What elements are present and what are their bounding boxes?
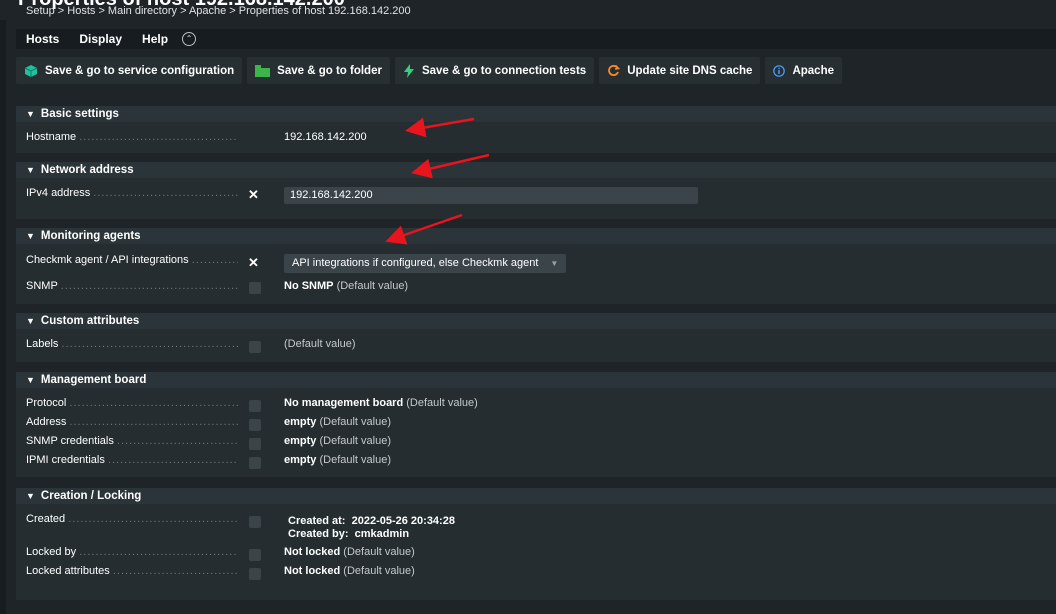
triangle-down-icon: ▼ <box>26 109 35 119</box>
section-title: Monitoring agents <box>40 230 141 242</box>
section-header-management[interactable]: ▼ Management board <box>16 372 1056 388</box>
triangle-down-icon: ▼ <box>26 165 35 175</box>
toolbar: Save & go to service configuration Save … <box>16 57 847 84</box>
section-header-basic[interactable]: ▼ Basic settings <box>16 106 1056 122</box>
locked-by-checkbox[interactable] <box>249 549 261 561</box>
locked-attributes-label: Locked attributes ......................… <box>26 565 238 577</box>
created-value: Created at: 2022-05-26 20:34:28 Created … <box>288 515 455 540</box>
clear-agent-icon[interactable]: ✕ <box>248 255 259 271</box>
locked-by-label: Locked by ..............................… <box>26 546 238 558</box>
ipmi-credentials-checkbox[interactable] <box>249 457 261 469</box>
snmp-credentials-label: SNMP credentials .......................… <box>26 435 238 447</box>
agent-select[interactable]: API integrations if configured, else Che… <box>284 254 567 273</box>
agent-select-value: API integrations if configured, else Che… <box>292 257 539 269</box>
left-stripe <box>0 0 6 614</box>
section-title: Network address <box>40 164 134 176</box>
protocol-checkbox[interactable] <box>249 400 261 412</box>
chevron-up-icon[interactable]: ⌃ <box>182 32 197 46</box>
section-monitoring-agents: ▼ Monitoring agents Checkmk agent / API … <box>16 228 1056 304</box>
section-management-board: ▼ Management board Protocol ............… <box>16 372 1056 477</box>
ipv4-input[interactable]: 192.168.142.200 <box>284 187 698 204</box>
locked-attributes-checkbox[interactable] <box>249 568 261 580</box>
save-connection-tests-label: Save & go to connection tests <box>421 64 587 77</box>
section-header-monitoring[interactable]: ▼ Monitoring agents <box>16 228 1056 244</box>
snmp-credentials-checkbox[interactable] <box>249 438 261 450</box>
section-title: Creation / Locking <box>40 490 142 502</box>
section-title: Basic settings <box>40 108 119 120</box>
address-checkbox[interactable] <box>249 419 261 431</box>
labels-label: Labels .................................… <box>26 338 238 350</box>
protocol-value: No management board (Default value) <box>284 397 478 409</box>
update-dns-cache-button[interactable]: Update site DNS cache <box>599 57 761 84</box>
section-title: Custom attributes <box>40 315 140 327</box>
ipmi-credentials-label: IPMI credentials .......................… <box>26 454 238 466</box>
folder-icon <box>255 64 271 77</box>
chevron-down-icon: ▼ <box>550 259 559 268</box>
hostname-value: 192.168.142.200 <box>284 131 367 143</box>
created-checkbox[interactable] <box>249 516 261 528</box>
address-label: Address ................................… <box>26 416 238 428</box>
triangle-down-icon: ▼ <box>26 375 35 385</box>
save-service-config-label: Save & go to service configuration <box>45 64 235 77</box>
section-body-custom: Labels .................................… <box>16 329 1056 362</box>
hostname-label: Hostname ...............................… <box>26 131 238 143</box>
snmp-checkbox[interactable] <box>249 282 261 294</box>
triangle-down-icon: ▼ <box>26 491 35 501</box>
breadcrumb[interactable]: Setup > Hosts > Main directory > Apache … <box>26 5 411 17</box>
section-title: Management board <box>40 374 147 386</box>
clear-ipv4-icon[interactable]: ✕ <box>248 187 259 203</box>
section-header-custom[interactable]: ▼ Custom attributes <box>16 313 1056 329</box>
cube-icon <box>24 64 38 78</box>
menu-help[interactable]: Help <box>142 32 168 46</box>
section-body-creation: Created ................................… <box>16 504 1056 600</box>
menu-display[interactable]: Display <box>79 32 122 46</box>
labels-value: (Default value) <box>284 338 356 350</box>
update-dns-cache-label: Update site DNS cache <box>627 64 753 77</box>
section-body-management: Protocol ...............................… <box>16 388 1056 477</box>
triangle-down-icon: ▼ <box>26 231 35 241</box>
section-network-address: ▼ Network address IPv4 address .........… <box>16 162 1056 219</box>
info-icon <box>773 64 786 77</box>
locked-attributes-value: Not locked (Default value) <box>284 565 415 577</box>
snmp-credentials-value: empty (Default value) <box>284 435 392 447</box>
agent-label: Checkmk agent / API integrations .......… <box>26 254 238 266</box>
snmp-label: SNMP ...................................… <box>26 280 238 292</box>
locked-by-value: Not locked (Default value) <box>284 546 415 558</box>
save-service-config-button[interactable]: Save & go to service configuration <box>16 57 243 84</box>
protocol-label: Protocol ...............................… <box>26 397 238 409</box>
menu-hosts[interactable]: Hosts <box>26 32 59 46</box>
section-body-network: IPv4 address ...........................… <box>16 178 1056 219</box>
save-folder-button[interactable]: Save & go to folder <box>247 57 390 84</box>
section-body-monitoring: Checkmk agent / API integrations .......… <box>16 244 1056 304</box>
menubar: Hosts Display Help ⌃ <box>16 29 1056 49</box>
created-label: Created ................................… <box>26 513 238 525</box>
triangle-down-icon: ▼ <box>26 316 35 326</box>
apache-label: Apache <box>792 64 834 77</box>
section-basic-settings: ▼ Basic settings Hostname ..............… <box>16 106 1056 153</box>
title-strip: Properties of host 192.168.142.200 Setup… <box>0 0 1056 20</box>
section-body-basic: Hostname ...............................… <box>16 122 1056 153</box>
snmp-value: No SNMP (Default value) <box>284 280 409 292</box>
refresh-icon <box>607 64 621 77</box>
ipv4-label: IPv4 address ...........................… <box>26 187 238 199</box>
address-value: empty (Default value) <box>284 416 392 428</box>
labels-checkbox[interactable] <box>249 341 261 353</box>
ipmi-credentials-value: empty (Default value) <box>284 454 392 466</box>
save-connection-tests-button[interactable]: Save & go to connection tests <box>394 57 595 84</box>
lightning-icon <box>403 63 415 78</box>
save-folder-label: Save & go to folder <box>277 64 382 77</box>
section-header-network[interactable]: ▼ Network address <box>16 162 1056 178</box>
section-creation-locking: ▼ Creation / Locking Created ...........… <box>16 488 1056 600</box>
section-header-creation[interactable]: ▼ Creation / Locking <box>16 488 1056 504</box>
apache-folder-button[interactable]: Apache <box>765 57 842 84</box>
section-custom-attributes: ▼ Custom attributes Labels .............… <box>16 313 1056 362</box>
